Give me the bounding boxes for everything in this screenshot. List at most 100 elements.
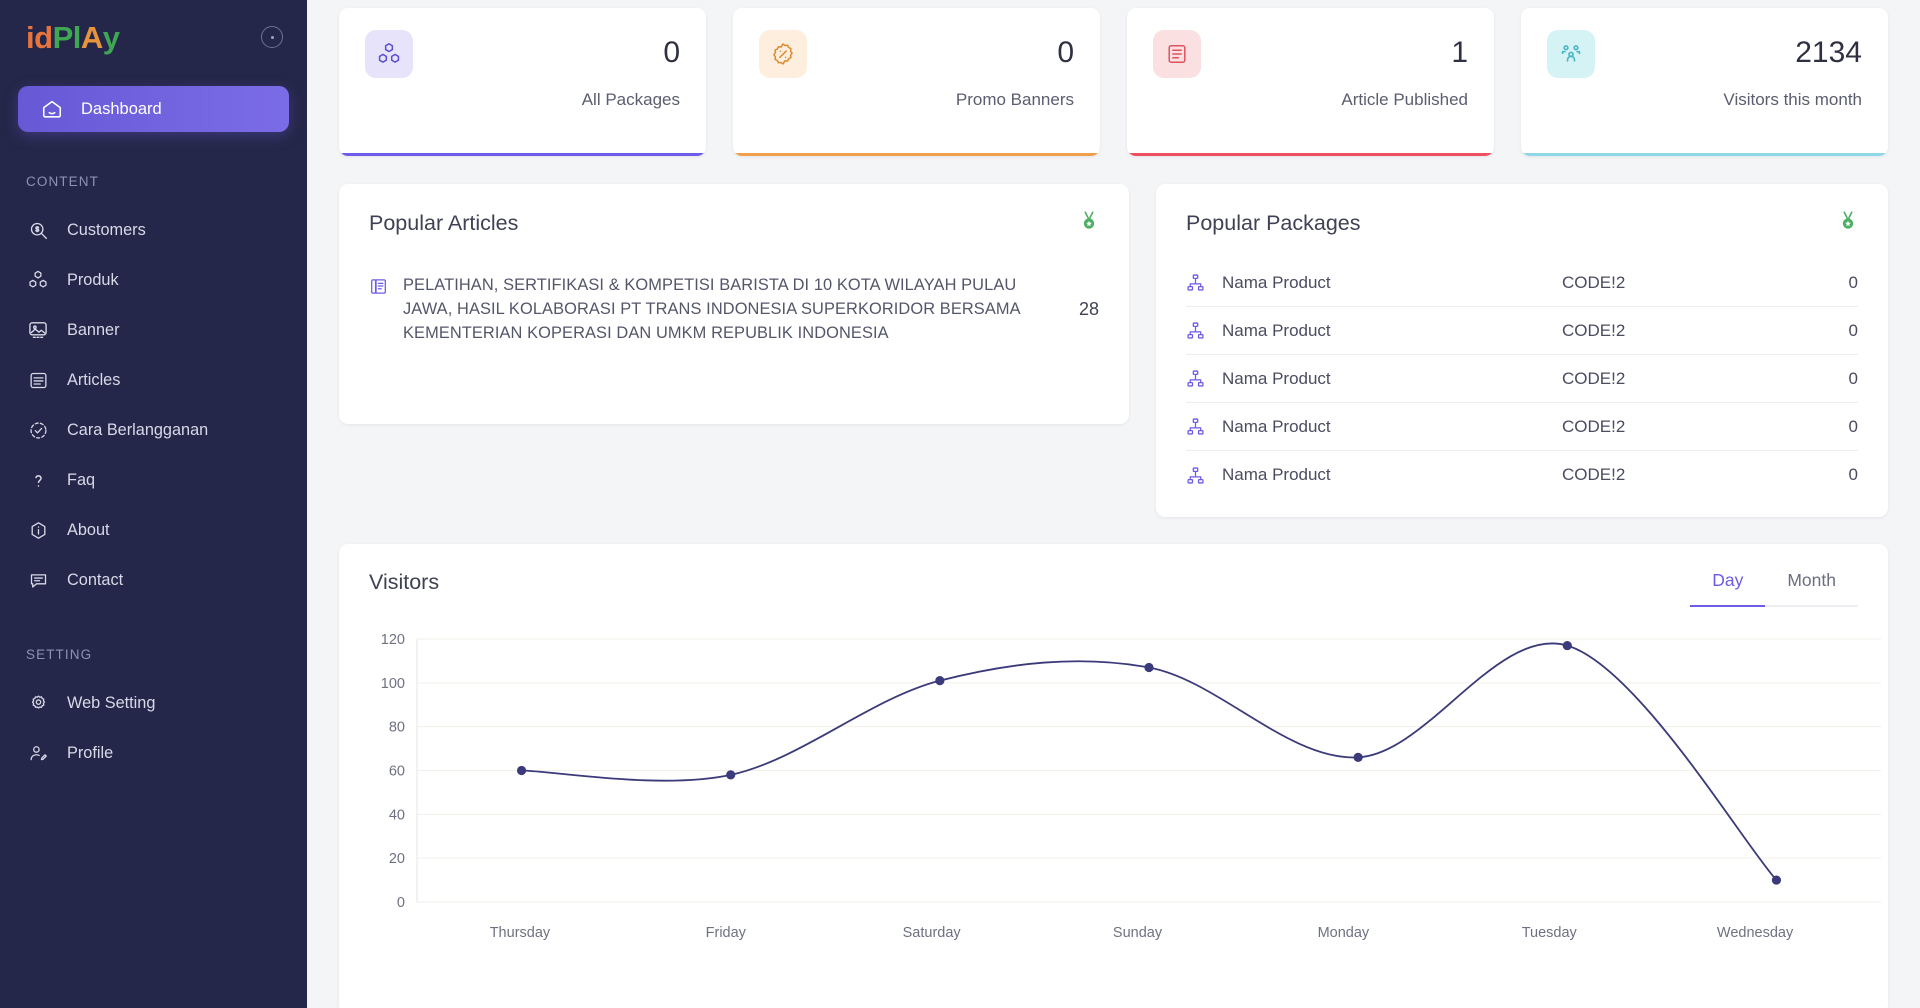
stat-card-top: 0 xyxy=(365,30,680,78)
article-view-count: 28 xyxy=(1078,298,1099,319)
sidebar-item-customers[interactable]: Customers xyxy=(0,205,307,255)
sidebar-item-label: Banner xyxy=(67,320,120,339)
panels-row: Popular Articles PELATIHAN, SERTIFIKASI … xyxy=(339,184,1888,517)
stat-card-top: 0 xyxy=(759,30,1074,78)
sitemap-icon xyxy=(1186,369,1208,388)
article-icon xyxy=(26,368,50,392)
y-tick-label: 60 xyxy=(389,764,405,780)
table-row[interactable]: Nama Product CODE!2 0 xyxy=(1186,307,1858,355)
sidebar-collapse-icon[interactable] xyxy=(261,26,283,48)
panel-header: Popular Packages xyxy=(1186,210,1858,237)
sidebar-item-label: Profile xyxy=(67,743,114,762)
search-dollar-icon xyxy=(26,218,50,242)
package-name: Nama Product xyxy=(1222,368,1331,388)
check-circle-dashed-icon xyxy=(26,418,50,442)
x-tick-label: Tuesday xyxy=(1521,925,1577,941)
boxes-icon xyxy=(26,268,50,292)
sidebar-section-content: CONTENT xyxy=(26,174,99,189)
panel-header: Popular Articles xyxy=(369,210,1099,237)
stat-card-article-published[interactable]: 1 Article Published xyxy=(1127,8,1494,156)
stat-card-visitors-this-month[interactable]: 2134 Visitors this month xyxy=(1521,8,1888,156)
list-item[interactable]: PELATIHAN, SERTIFIKASI & KOMPETISI BARIS… xyxy=(369,273,1099,345)
book-icon xyxy=(369,277,389,301)
sidebar-item-cara-berlangganan[interactable]: Cara Berlangganan xyxy=(0,405,307,455)
stat-label: Visitors this month xyxy=(1723,90,1862,109)
sidebar-item-contact[interactable]: Contact xyxy=(0,555,307,605)
question-mark-icon xyxy=(26,468,50,492)
sitemap-icon xyxy=(1186,321,1208,340)
package-code: CODE!2 xyxy=(1562,368,1626,388)
stat-card-top: 1 xyxy=(1153,30,1468,78)
sidebar-item-produk[interactable]: Produk xyxy=(0,255,307,305)
chart-data-point xyxy=(1144,662,1154,673)
package-count: 0 xyxy=(1848,465,1858,484)
sidebar-item-profile[interactable]: Profile xyxy=(0,728,307,778)
table-row[interactable]: Nama Product CODE!2 0 xyxy=(1186,259,1858,307)
sidebar-item-articles[interactable]: Articles xyxy=(0,355,307,405)
collapse-dot xyxy=(270,35,274,39)
package-name: Nama Product xyxy=(1222,416,1331,436)
package-name: Nama Product xyxy=(1222,320,1331,340)
image-icon xyxy=(26,318,50,342)
sidebar-item-banner[interactable]: Banner xyxy=(0,305,307,355)
medal-icon xyxy=(1838,210,1858,237)
table-row[interactable]: Nama Product CODE!2 0 xyxy=(1186,355,1858,403)
chart-data-point xyxy=(1562,640,1572,651)
table-row[interactable]: Nama Product CODE!2 0 xyxy=(1186,403,1858,451)
gear-icon xyxy=(26,691,50,715)
sidebar-item-dashboard[interactable]: Dashboard xyxy=(18,86,289,132)
y-tick-label: 0 xyxy=(397,895,405,911)
table-row[interactable]: Nama Product CODE!2 0 xyxy=(1186,451,1858,499)
stat-label: Promo Banners xyxy=(955,90,1074,109)
panel-title: Popular Packages xyxy=(1186,211,1361,235)
x-tick-label: Wednesday xyxy=(1716,925,1794,941)
x-tick-label: Friday xyxy=(705,925,746,941)
package-code: CODE!2 xyxy=(1562,320,1626,340)
sidebar-item-about[interactable]: About xyxy=(0,505,307,555)
x-tick-label: Saturday xyxy=(902,925,961,941)
sidebar-item-label: Customers xyxy=(67,220,146,239)
panel-title: Popular Articles xyxy=(369,211,519,235)
stat-card-all-packages[interactable]: 0 All Packages xyxy=(339,8,706,156)
logo-part-3: A xyxy=(80,19,103,55)
chart-line-series xyxy=(520,642,1778,881)
home-icon xyxy=(40,97,64,121)
app-logo[interactable]: id Pl Ay xyxy=(26,22,120,53)
sidebar-item-label: Dashboard xyxy=(81,99,162,118)
users-group-icon xyxy=(1547,30,1595,78)
package-count: 0 xyxy=(1848,368,1858,388)
sidebar-item-label: Produk xyxy=(67,270,119,289)
sidebar-item-web-setting[interactable]: Web Setting xyxy=(0,678,307,728)
chart-data-point xyxy=(726,770,736,780)
visitors-line-chart[interactable]: 0 20 40 60 80 100 120 xyxy=(369,629,1889,914)
chart-data-point xyxy=(935,676,945,686)
stat-card-promo-banners[interactable]: 0 Promo Banners xyxy=(733,8,1100,156)
sidebar-item-label: Articles xyxy=(67,370,121,389)
document-icon xyxy=(1153,30,1201,78)
package-count: 0 xyxy=(1848,272,1858,292)
medal-icon xyxy=(1079,210,1099,237)
popular-packages-panel: Popular Packages Nama Product CODE!2 0 N… xyxy=(1156,184,1888,517)
package-count: 0 xyxy=(1848,416,1858,436)
chart-canvas-wrap: 0 20 40 60 80 100 120 Thursday Friday Saturday… xyxy=(369,629,1881,941)
sitemap-icon xyxy=(1186,417,1208,436)
logo-part-1: id xyxy=(26,19,53,55)
chat-icon xyxy=(26,568,50,592)
tab-month[interactable]: Month xyxy=(1765,570,1858,607)
sidebar-item-faq[interactable]: Faq xyxy=(0,455,307,505)
package-name: Nama Product xyxy=(1222,272,1331,292)
sitemap-icon xyxy=(1186,466,1208,485)
y-tick-label: 100 xyxy=(381,676,405,692)
visitors-chart-panel: Visitors Day Month 0 20 40 60 80 100 120 Thurs… xyxy=(339,544,1888,1008)
sidebar-item-label: About xyxy=(67,520,110,539)
tab-day[interactable]: Day xyxy=(1690,570,1766,607)
chart-data-point xyxy=(1771,875,1782,885)
stat-value: 2134 xyxy=(1795,36,1862,69)
x-tick-label: Sunday xyxy=(1112,925,1163,941)
package-code: CODE!2 xyxy=(1562,416,1626,436)
percent-badge-icon xyxy=(759,30,807,78)
article-title: PELATIHAN, SERTIFIKASI & KOMPETISI BARIS… xyxy=(403,276,1020,342)
y-tick-label: 40 xyxy=(389,807,405,823)
stat-card-top: 2134 xyxy=(1547,30,1862,78)
sidebar: id Pl Ay Dashboard CONTENT Customers Pro… xyxy=(0,0,307,1008)
